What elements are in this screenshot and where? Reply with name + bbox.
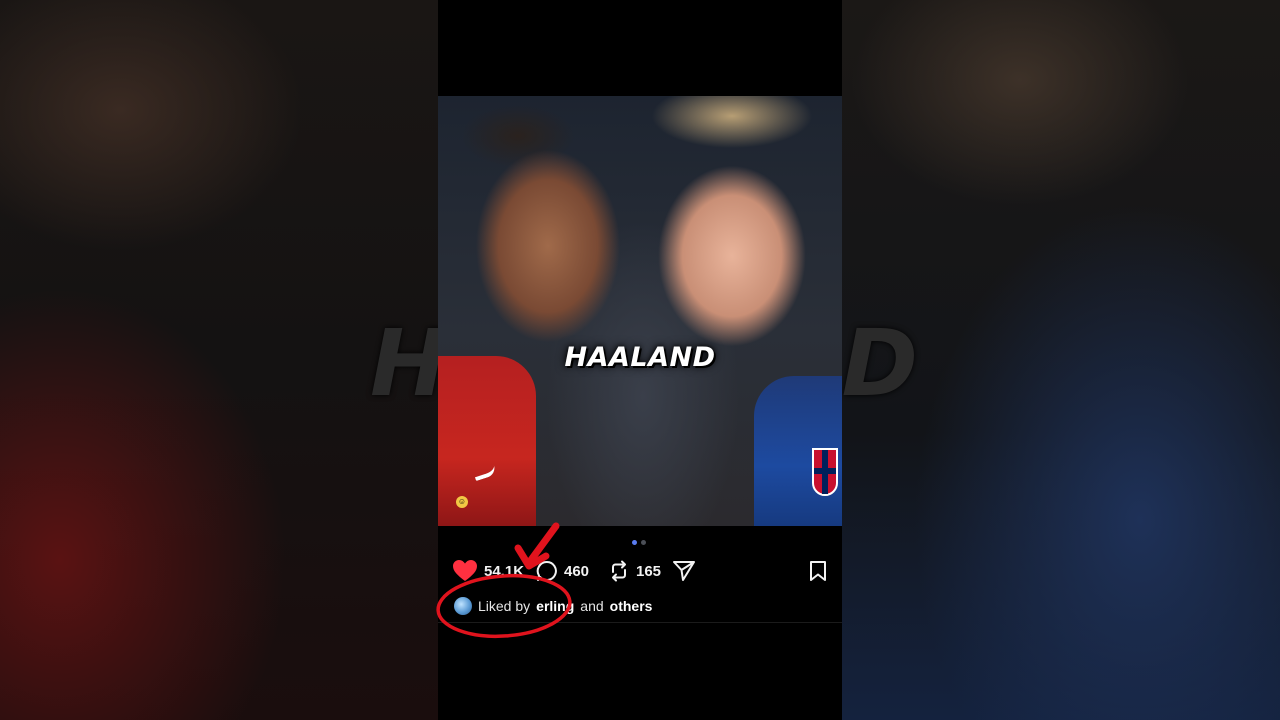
background-right: D xyxy=(840,0,1280,720)
background-left: HA xyxy=(0,0,440,720)
norway-crest-icon xyxy=(812,448,838,496)
comment-count: 460 xyxy=(564,562,590,580)
bookmark-icon xyxy=(808,560,828,582)
liked-by-prefix: Liked by xyxy=(478,598,531,614)
carousel-dot-active[interactable] xyxy=(632,540,637,545)
action-bar: 54.1K 460 165 xyxy=(438,556,842,586)
comment-icon xyxy=(536,560,558,582)
share-icon xyxy=(672,560,696,582)
background-caption-left: HA xyxy=(370,310,440,417)
liked-by-others-link[interactable]: others xyxy=(610,598,653,614)
share-button[interactable] xyxy=(672,556,696,586)
bookmark-button[interactable] xyxy=(808,556,828,586)
repost-button[interactable]: 165 xyxy=(608,556,661,586)
liked-by-connector: and xyxy=(580,598,604,614)
jersey-left xyxy=(438,356,536,526)
heart-icon xyxy=(452,559,478,583)
liked-by-user-link[interactable]: erling xyxy=(536,598,574,614)
carousel-dot[interactable] xyxy=(641,540,646,545)
background-caption-right: D xyxy=(841,310,920,417)
emoji-icon: ☺ xyxy=(456,496,468,508)
liked-by-row[interactable]: Liked by erling and others xyxy=(454,596,652,616)
carousel-dots xyxy=(632,540,646,545)
post-caption: HAALAND xyxy=(564,342,716,373)
post-image[interactable]: ☺ HAALAND xyxy=(438,96,842,526)
divider xyxy=(438,622,842,623)
repost-count: 165 xyxy=(636,562,662,580)
avatar xyxy=(454,597,472,615)
like-button[interactable]: 54.1K xyxy=(452,556,524,586)
repost-icon xyxy=(608,560,630,582)
like-count: 54.1K xyxy=(484,562,525,580)
post: ☺ HAALAND 54.1K 460 165 Liked by erling … xyxy=(438,0,842,720)
comment-button[interactable]: 460 xyxy=(536,556,589,586)
